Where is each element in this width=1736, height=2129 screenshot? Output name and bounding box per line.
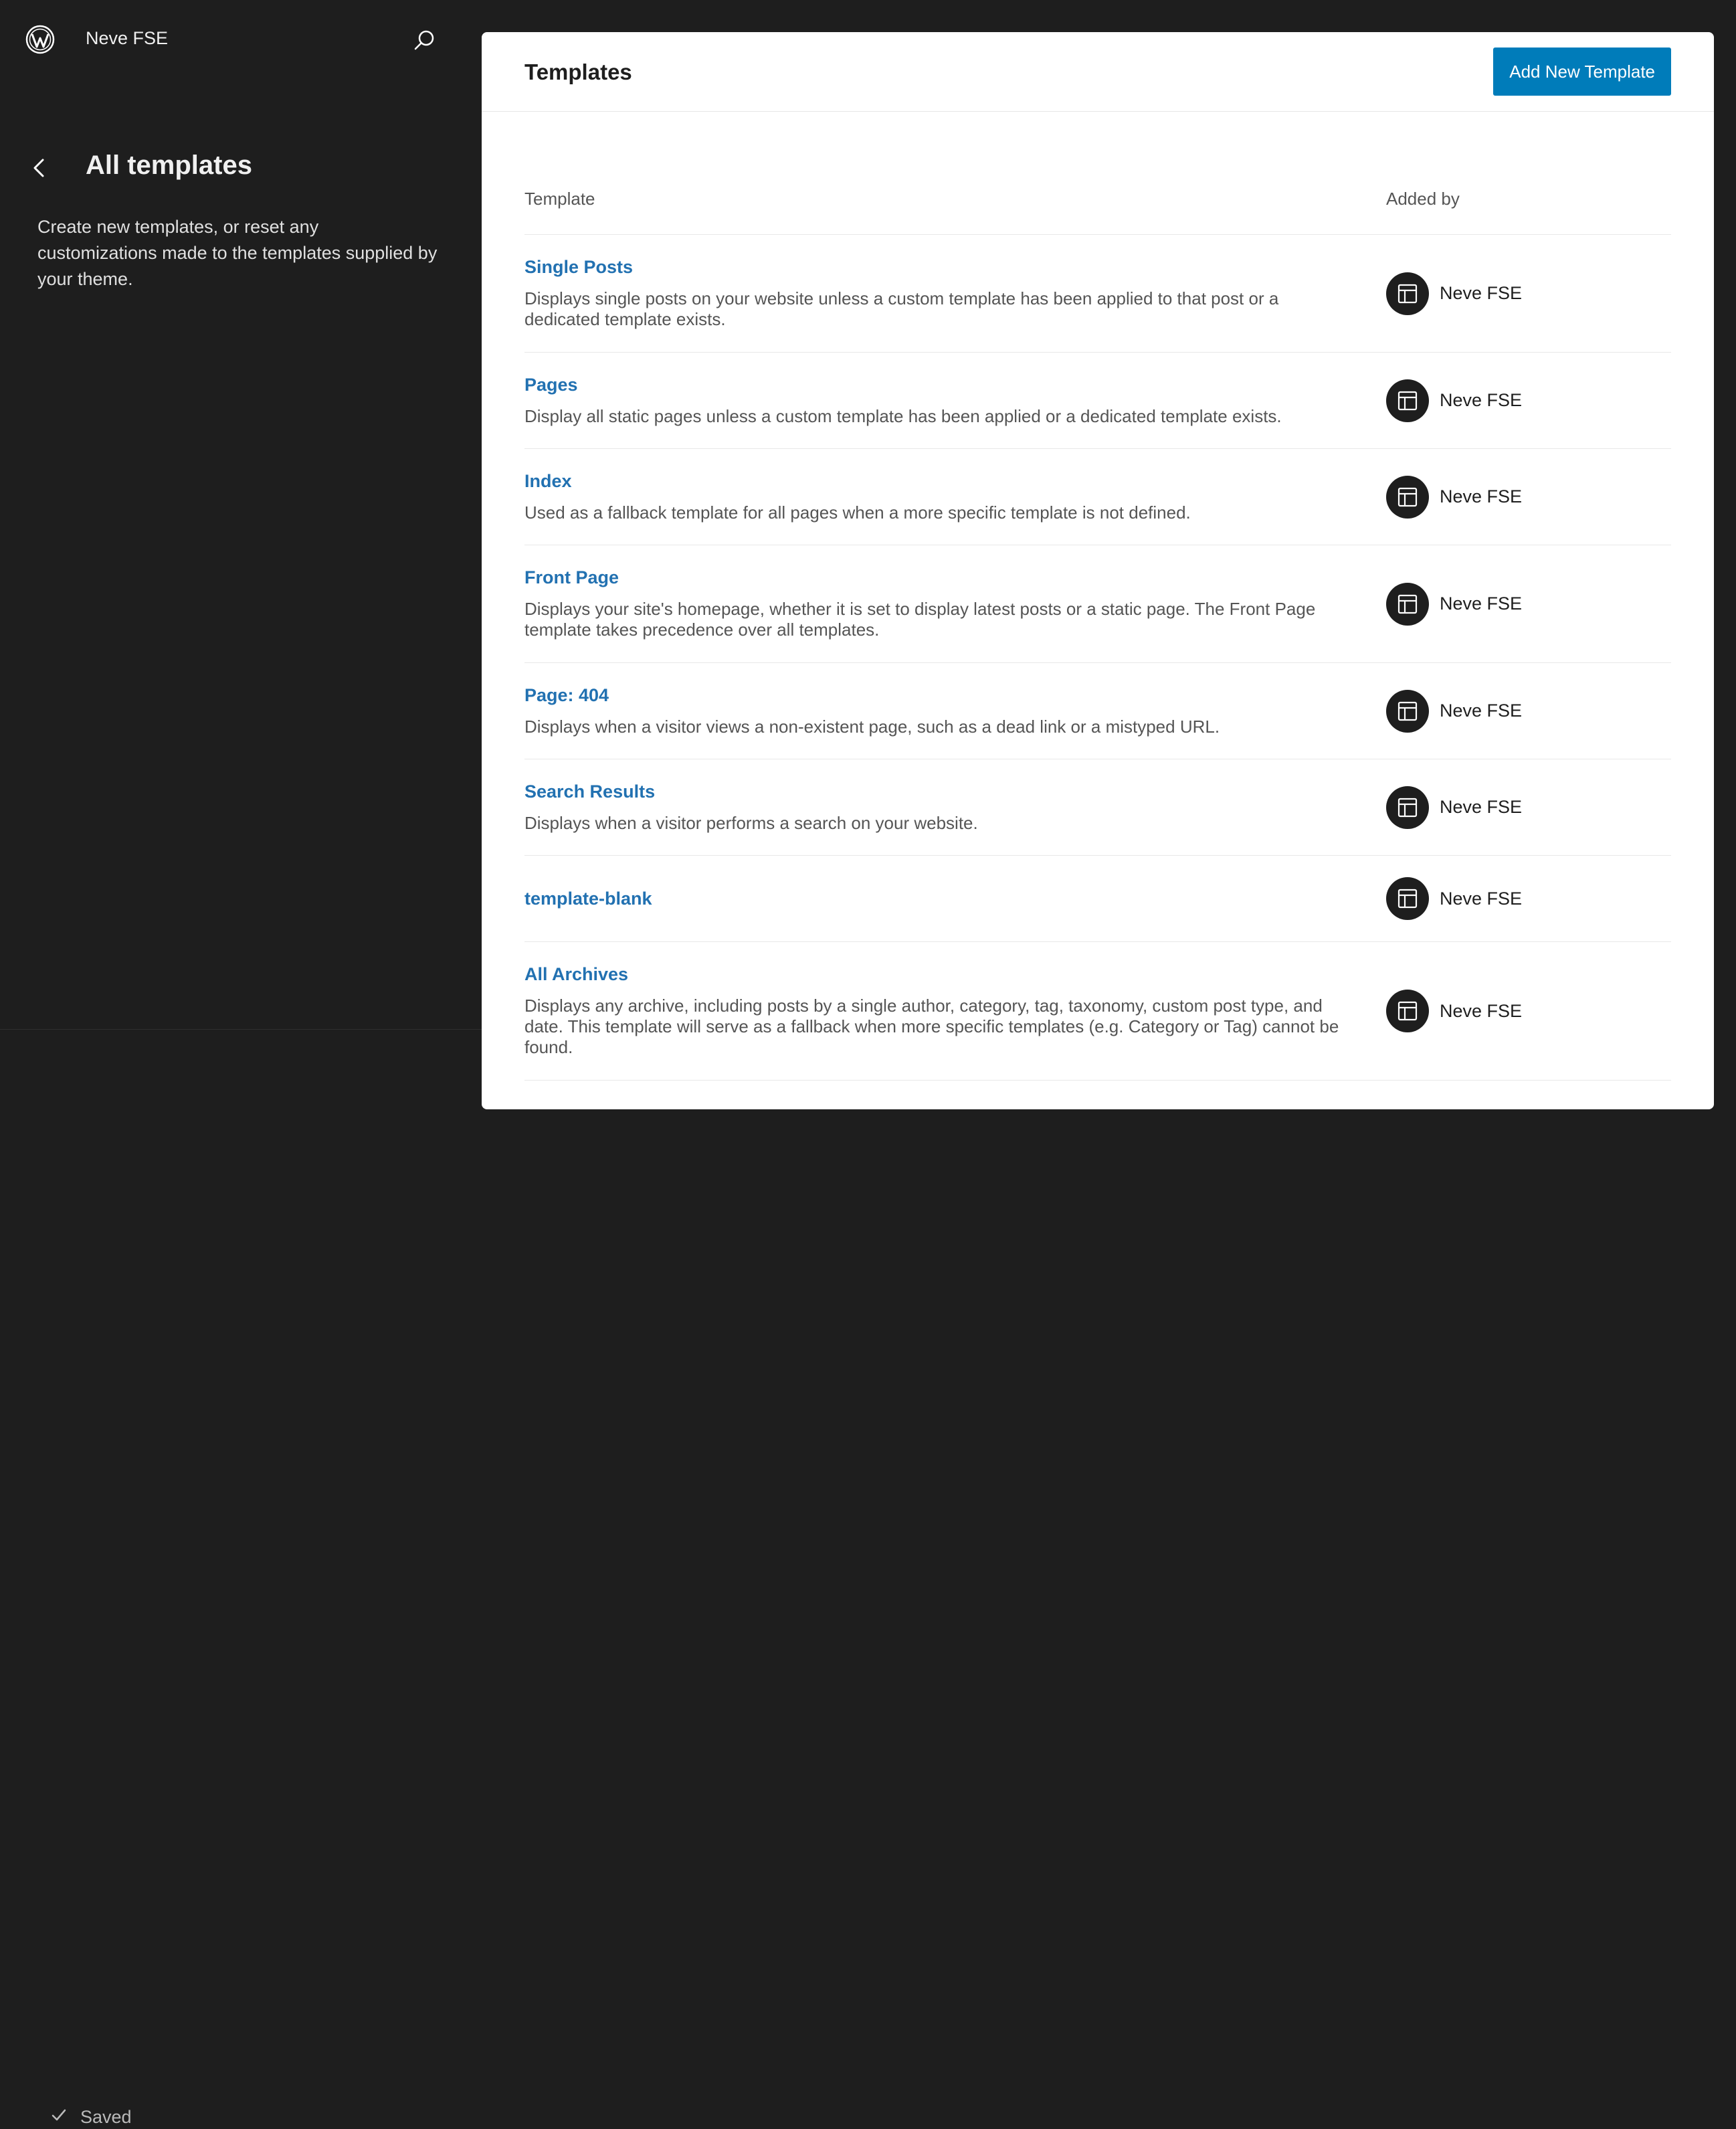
table-row: All Archives Displays any archive, includ… <box>524 942 1671 1081</box>
added-by-cell: Neve FSE <box>1386 582 1523 626</box>
author-name: Neve FSE <box>1440 701 1523 721</box>
author-name: Neve FSE <box>1440 390 1523 410</box>
page-title: Templates <box>524 60 632 84</box>
template-title-link[interactable]: Index <box>524 471 1341 492</box>
check-icon <box>50 2106 68 2129</box>
add-new-template-button[interactable]: Add New Template <box>1493 48 1671 96</box>
layout-icon <box>1386 379 1429 422</box>
template-description: Used as a fallback template for all page… <box>524 502 1191 523</box>
chevron-left-icon[interactable] <box>29 155 50 181</box>
template-cell: Search Results Displays when a visitor pe… <box>524 781 1341 834</box>
templates-panel: Templates Add New Template Template Adde… <box>482 32 1714 1109</box>
author-name: Neve FSE <box>1440 283 1523 303</box>
template-cell: Index Used as a fallback template for all… <box>524 471 1341 523</box>
sidebar-footer: Saved <box>0 1029 482 2127</box>
layout-icon <box>1386 272 1429 315</box>
template-description: Displays any archive, including posts by… <box>524 996 1339 1057</box>
sidebar-description: Create new templates, or reset any custo… <box>37 217 438 289</box>
template-description: Display all static pages unless a custom… <box>524 405 1282 426</box>
layout-icon <box>1386 785 1429 829</box>
template-cell: Page: 404 Displays when a visitor views a… <box>524 685 1341 737</box>
template-description: Displays when a visitor performs a searc… <box>524 812 978 833</box>
template-cell: template-blank <box>524 889 1341 909</box>
template-title-link[interactable]: Front Page <box>524 567 1341 588</box>
template-description: Displays your site's homepage, whether i… <box>524 599 1316 640</box>
template-cell: Pages Display all static pages unless a c… <box>524 375 1341 427</box>
save-status: Saved <box>50 2106 132 2129</box>
layout-icon <box>1386 990 1429 1032</box>
template-cell: Front Page Displays your site's homepage,… <box>524 567 1341 640</box>
templates-table: Template Added by Single Posts Displays s… <box>524 167 1671 1081</box>
table-row: Front Page Displays your site's homepage,… <box>524 545 1671 663</box>
author-name: Neve FSE <box>1440 486 1523 506</box>
template-title-link[interactable]: template-blank <box>524 889 1341 909</box>
column-header-template: Template <box>524 189 595 209</box>
sidebar: Neve FSE All templates Create new templa… <box>0 0 482 2127</box>
author-name: Neve FSE <box>1440 1000 1523 1021</box>
template-description: Displays single posts on your website un… <box>524 288 1279 329</box>
table-row: Pages Display all static pages unless a c… <box>524 353 1671 449</box>
template-cell: All Archives Displays any archive, includ… <box>524 964 1341 1058</box>
table-header: Template Added by <box>524 167 1671 235</box>
table-row: Search Results Displays when a visitor pe… <box>524 759 1671 856</box>
added-by-cell: Neve FSE <box>1386 785 1523 829</box>
table-row: Page: 404 Displays when a visitor views a… <box>524 663 1671 759</box>
added-by-cell: Neve FSE <box>1386 379 1522 422</box>
layout-icon <box>1386 689 1429 733</box>
search-icon[interactable] <box>411 27 438 54</box>
author-name: Neve FSE <box>1440 593 1523 614</box>
layout-icon <box>1386 475 1429 519</box>
sidebar-heading: All templates <box>86 151 252 180</box>
author-name: Neve FSE <box>1440 797 1523 817</box>
table-body: Single Posts Displays single posts on you… <box>524 235 1671 1081</box>
table-row: Index Used as a fallback template for all… <box>524 449 1671 545</box>
table-row: Single Posts Displays single posts on you… <box>524 235 1671 353</box>
added-by-cell: Neve FSE <box>1386 475 1523 519</box>
layout-icon <box>1386 582 1429 626</box>
template-title-link[interactable]: Page: 404 <box>524 685 1341 706</box>
template-title-link[interactable]: Search Results <box>524 781 1341 802</box>
panel-header: Templates Add New Template <box>482 32 1714 112</box>
template-description: Displays when a visitor views a non-exis… <box>524 716 1220 737</box>
template-cell: Single Posts Displays single posts on you… <box>524 257 1341 330</box>
template-title-link[interactable]: Pages <box>524 375 1341 395</box>
column-header-added-by: Added by <box>1386 189 1460 209</box>
layout-icon <box>1386 877 1429 920</box>
template-title-link[interactable]: All Archives <box>524 964 1341 985</box>
save-status-label: Saved <box>80 2107 132 2127</box>
added-by-cell: Neve FSE <box>1386 272 1522 315</box>
wordpress-logo-icon[interactable] <box>25 25 55 54</box>
table-row: template-blank Neve FSE <box>524 856 1671 942</box>
author-name: Neve FSE <box>1440 888 1523 909</box>
template-title-link[interactable]: Single Posts <box>524 257 1341 278</box>
site-title[interactable]: Neve FSE <box>86 28 168 49</box>
added-by-cell: Neve FSE <box>1386 877 1522 920</box>
added-by-cell: Neve FSE <box>1386 689 1523 733</box>
added-by-cell: Neve FSE <box>1386 990 1522 1032</box>
